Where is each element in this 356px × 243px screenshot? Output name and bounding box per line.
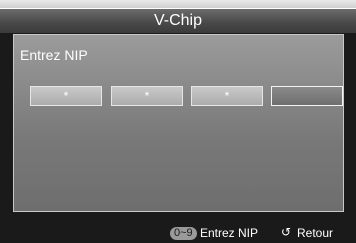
footer-hints: 0~9 Entrez NIP ↺ Retour bbox=[0, 221, 356, 243]
pin-prompt: Entrez NIP bbox=[20, 47, 88, 63]
return-hint[interactable]: Retour bbox=[297, 226, 333, 240]
dialog-title: V-Chip bbox=[0, 9, 356, 33]
pin-digit-2[interactable]: * bbox=[111, 86, 183, 106]
top-bar bbox=[0, 0, 356, 8]
enter-pin-hint: Entrez NIP bbox=[200, 226, 259, 240]
number-keys-badge: 0~9 bbox=[170, 227, 197, 240]
pin-digit-1[interactable]: * bbox=[30, 86, 102, 106]
return-arrow-icon: ↺ bbox=[281, 225, 292, 239]
pin-digit-3[interactable]: * bbox=[191, 86, 263, 106]
pin-digit-4[interactable] bbox=[271, 86, 343, 106]
